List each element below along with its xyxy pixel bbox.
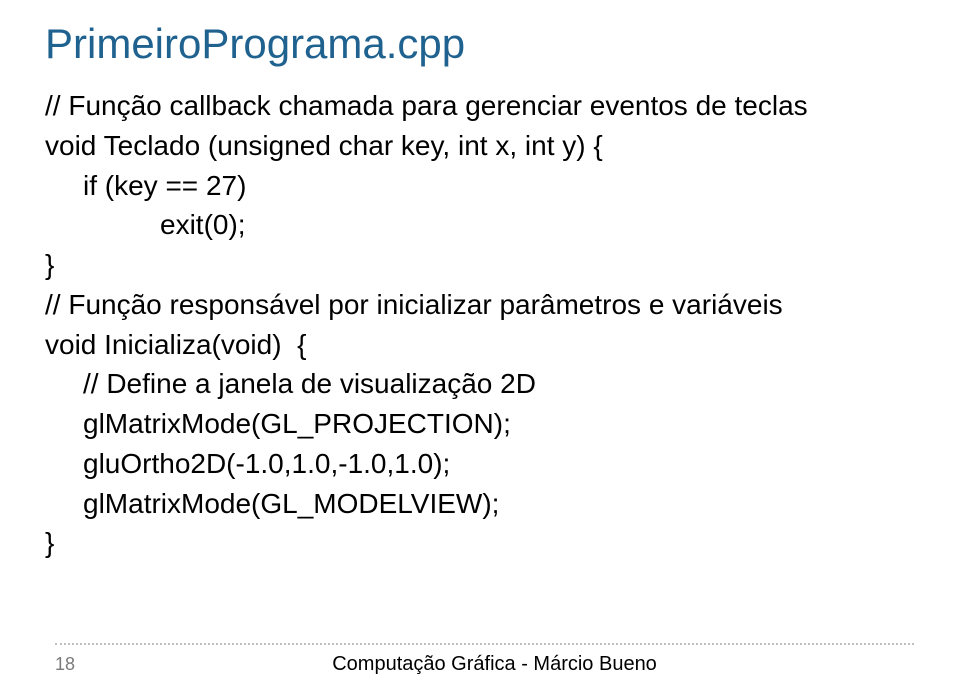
code-line: if (key == 27) <box>45 166 914 206</box>
footer-divider <box>55 643 914 645</box>
code-line: glMatrixMode(GL_MODELVIEW); <box>45 484 914 524</box>
code-line: } <box>45 245 914 285</box>
code-line: gluOrtho2D(-1.0,1.0,-1.0,1.0); <box>45 444 914 484</box>
code-line: void Teclado (unsigned char key, int x, … <box>45 126 914 166</box>
code-line: glMatrixMode(GL_PROJECTION); <box>45 404 914 444</box>
code-line: // Define a janela de visualização 2D <box>45 364 914 404</box>
code-line: void Inicializa(void) { <box>45 325 914 365</box>
code-block: // Função callback chamada para gerencia… <box>45 86 914 563</box>
slide-title: PrimeiroPrograma.cpp <box>45 20 914 68</box>
code-line: // Função responsável por inicializar pa… <box>45 285 914 325</box>
code-line: // Função callback chamada para gerencia… <box>45 86 914 126</box>
slide-footer: 18 Computação Gráfica - Márcio Bueno <box>0 643 959 676</box>
footer-text: Computação Gráfica - Márcio Bueno <box>75 653 914 676</box>
page-number: 18 <box>55 654 75 675</box>
code-line: } <box>45 523 914 563</box>
code-line: exit(0); <box>45 205 914 245</box>
